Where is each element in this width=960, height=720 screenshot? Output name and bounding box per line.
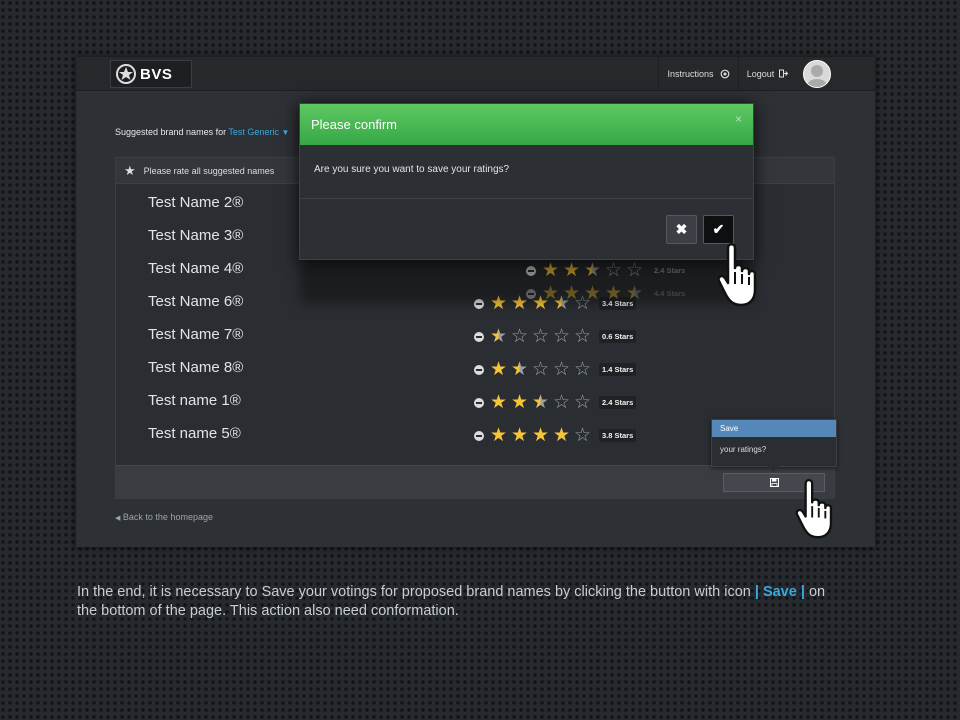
star-icon[interactable]: ★ — [488, 426, 509, 445]
hand-pointer-icon — [795, 478, 833, 539]
rating-badge: 0.6 Stars — [599, 330, 637, 343]
modal-message: Are you sure you want to save your ratin… — [300, 145, 753, 199]
instructions-link[interactable]: Instructions — [658, 57, 738, 90]
logout-label: Logout — [746, 68, 775, 79]
modal-title: Please confirm — [311, 117, 397, 132]
logout-link[interactable]: Logout — [738, 57, 797, 90]
caret-down-icon: ▼ — [281, 128, 290, 137]
star-icon[interactable]: ★ — [488, 360, 509, 379]
rating-badge: 2.4 Stars — [599, 396, 637, 409]
brand-name: Test name 5® — [148, 425, 241, 442]
star-icon[interactable]: ★ — [509, 393, 530, 412]
suggested-names-heading: Suggested brand names for Test Generic ▼ — [115, 127, 289, 137]
star-icon[interactable]: ★ — [530, 393, 551, 412]
tooltip-body: your ratings? — [720, 445, 767, 454]
star-rating[interactable]: ★ ★ ★ ☆ ☆ 2.4 Stars — [474, 393, 637, 412]
clear-rating-icon[interactable] — [474, 331, 484, 342]
brand-name: Test Name 2® — [148, 194, 244, 211]
brand-name: Test Name 3® — [148, 227, 244, 244]
brand-name: Test Name 4® — [148, 260, 244, 277]
star-icon[interactable]: ★ — [509, 426, 530, 445]
tooltip-arrow — [767, 466, 779, 472]
clear-rating-icon[interactable] — [474, 397, 484, 408]
panel-header-label: Please rate all suggested names — [143, 165, 275, 176]
brand-name: Test name 1® — [148, 392, 241, 409]
confirm-button[interactable]: ✔ — [703, 215, 734, 244]
close-icon[interactable]: × — [735, 112, 742, 126]
star-icon[interactable]: ☆ — [572, 393, 593, 412]
x-icon: ✖ — [675, 221, 688, 237]
generic-name-label: Test Generic — [228, 127, 279, 137]
star-icon[interactable]: ★ — [509, 360, 530, 379]
rating-badge: 1.4 Stars — [599, 363, 637, 376]
brand-name: Test Name 7® — [148, 326, 244, 343]
star-icon[interactable]: ☆ — [551, 393, 572, 412]
hand-pointer-icon — [718, 243, 757, 307]
star-icon[interactable]: ★ — [488, 327, 509, 346]
back-link[interactable]: ◀ Back to the homepage — [115, 512, 213, 522]
brand-name: Test Name 6® — [148, 293, 244, 310]
star-icon[interactable]: ☆ — [551, 360, 572, 379]
floppy-disk-icon — [769, 478, 779, 487]
star-icon[interactable]: ☆ — [572, 426, 593, 445]
star-logo-icon — [116, 64, 136, 84]
clear-rating-icon[interactable] — [474, 430, 484, 441]
logout-icon — [779, 69, 789, 78]
generic-name-dropdown[interactable]: Test Generic ▼ — [228, 127, 289, 137]
star-icon[interactable]: ☆ — [572, 360, 593, 379]
star-icon[interactable]: ☆ — [530, 360, 551, 379]
list-item: Test name 1® ★ ★ ★ ☆ ☆ 2.4 Stars — [116, 385, 834, 418]
tooltip-title: Save — [712, 420, 836, 437]
confirm-modal: Please confirm × Are you sure you want t… — [299, 103, 754, 260]
star-icon[interactable]: ☆ — [530, 327, 551, 346]
list-item: Test Name 7® ★ ☆ ☆ ☆ ☆ 0.6 Stars — [116, 319, 834, 352]
star-icon[interactable]: ☆ — [551, 327, 572, 346]
user-silhouette-icon — [807, 65, 827, 87]
rating-badge: 3.8 Stars — [599, 429, 637, 442]
list-item: Test Name 8® ★ ★ ☆ ☆ ☆ 1.4 Stars — [116, 352, 834, 385]
star-icon[interactable]: ★ — [488, 393, 509, 412]
back-label: Back to the homepage — [122, 512, 213, 522]
star-rating[interactable]: ★ ★ ★ ★ ☆ 3.8 Stars — [474, 426, 637, 445]
brand-logo[interactable]: BVS — [110, 60, 192, 88]
brand-name: Test Name 8® — [148, 359, 244, 376]
star-rating[interactable]: ★ ★ ☆ ☆ ☆ 1.4 Stars — [474, 360, 637, 379]
star-icon[interactable]: ☆ — [509, 327, 530, 346]
top-bar: BVS Instructions Logout — [76, 57, 875, 91]
instructions-label: Instructions — [667, 68, 714, 79]
star-icon[interactable]: ★ — [530, 426, 551, 445]
avatar[interactable] — [803, 60, 831, 88]
save-tooltip: Save your ratings? — [711, 419, 837, 472]
star-icon[interactable]: ☆ — [572, 327, 593, 346]
star-icon: ★ — [124, 162, 136, 178]
caption-highlight: | Save | — [754, 584, 809, 600]
suggest-prefix: Suggested brand names for — [115, 127, 227, 137]
check-icon: ✔ — [712, 221, 725, 237]
circle-dot-icon — [720, 69, 729, 78]
panel-footer — [116, 465, 834, 498]
brand-name: BVS — [140, 65, 173, 83]
cancel-button[interactable]: ✖ — [666, 215, 697, 244]
modal-header: Please confirm × — [300, 104, 753, 145]
star-rating[interactable]: ★ ☆ ☆ ☆ ☆ 0.6 Stars — [474, 327, 637, 346]
caption-text: In the end, it is necessary to Save your… — [77, 583, 837, 621]
caret-left-icon: ◀ — [115, 515, 121, 522]
clear-rating-icon[interactable] — [474, 364, 484, 375]
caption-before: In the end, it is necessary to Save your… — [77, 584, 755, 600]
star-icon[interactable]: ★ — [551, 426, 572, 445]
